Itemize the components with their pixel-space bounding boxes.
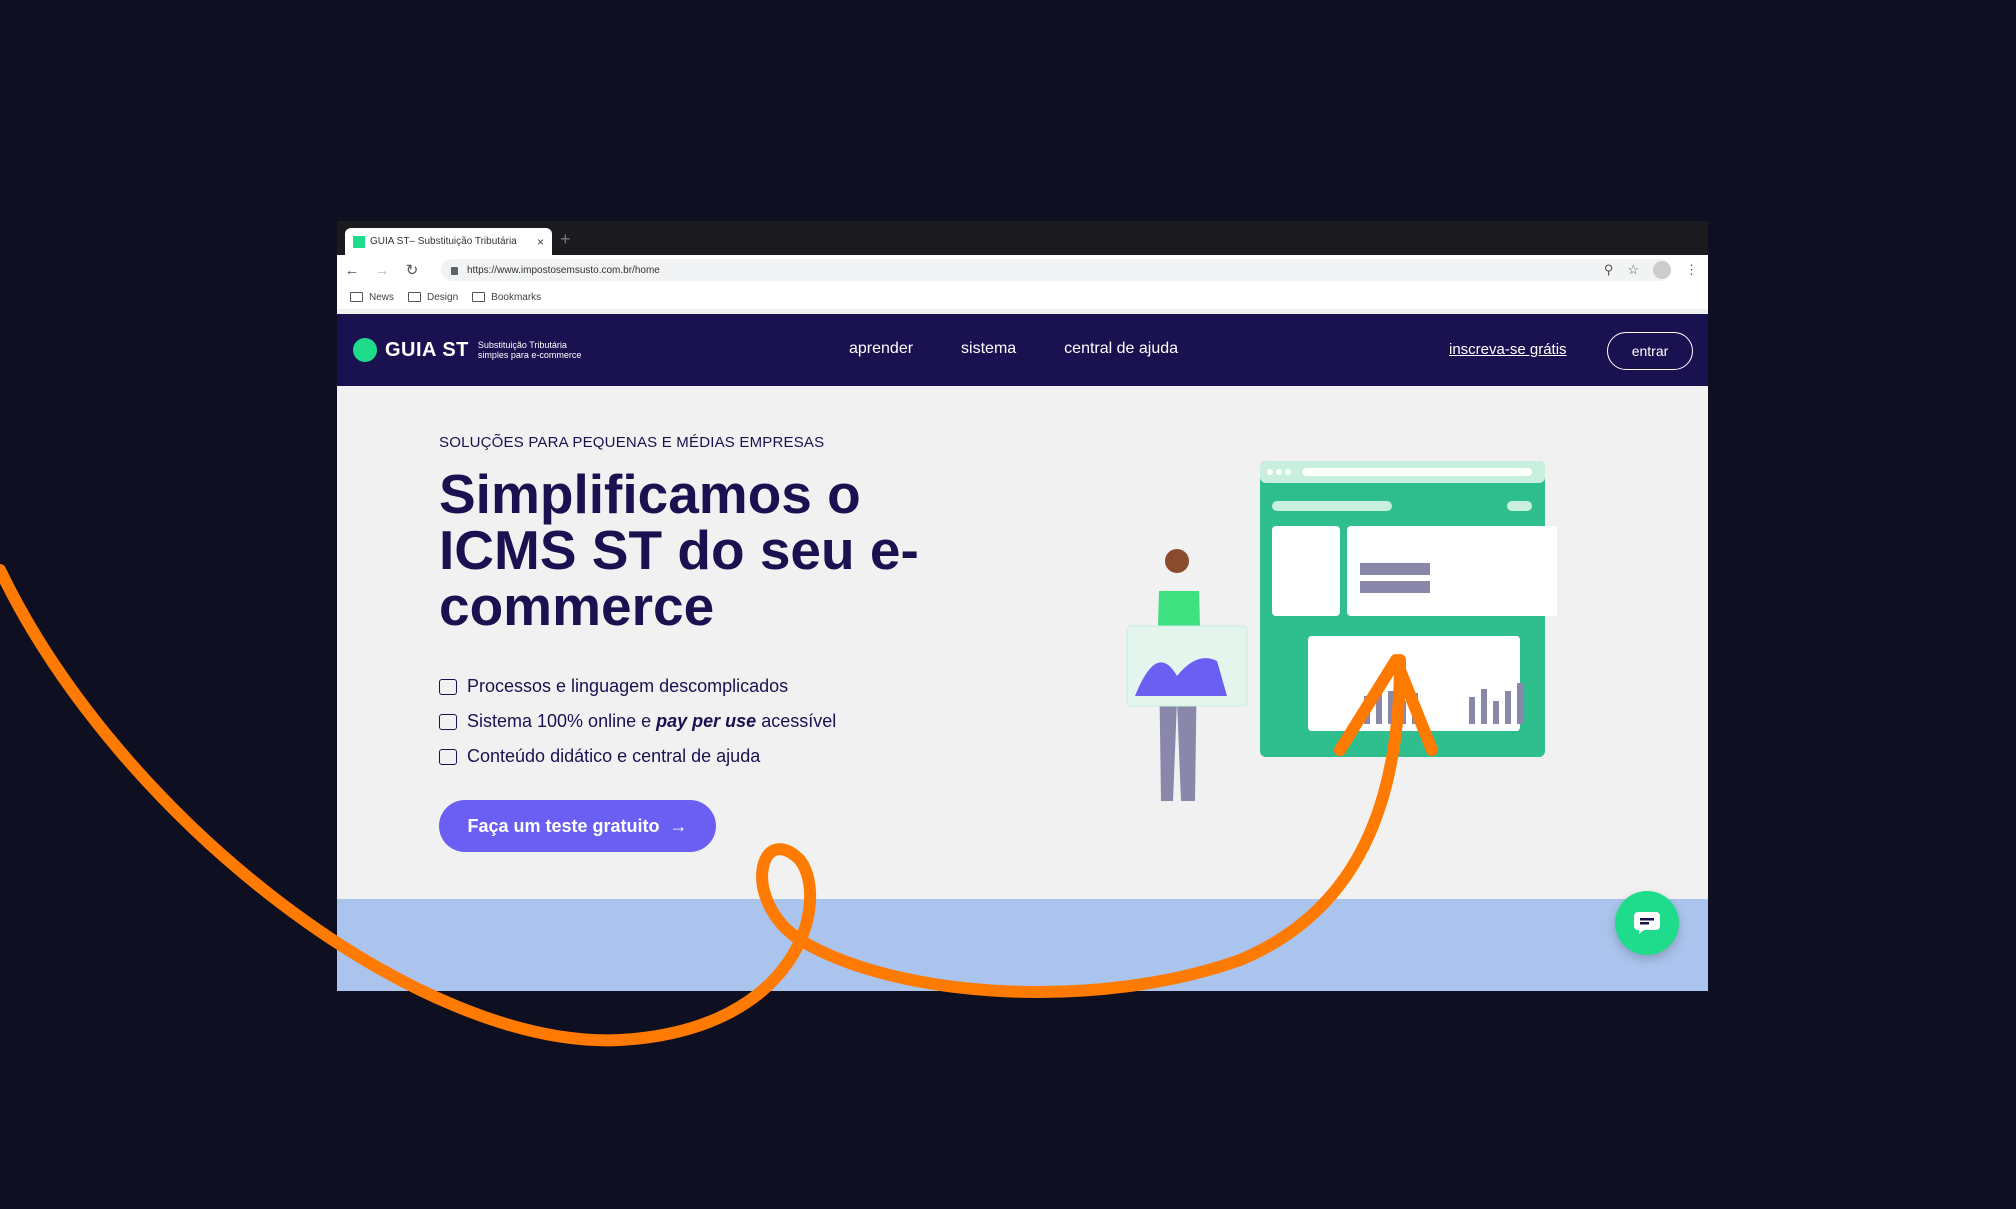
annotation-arrow-icon — [0, 564, 1438, 1047]
